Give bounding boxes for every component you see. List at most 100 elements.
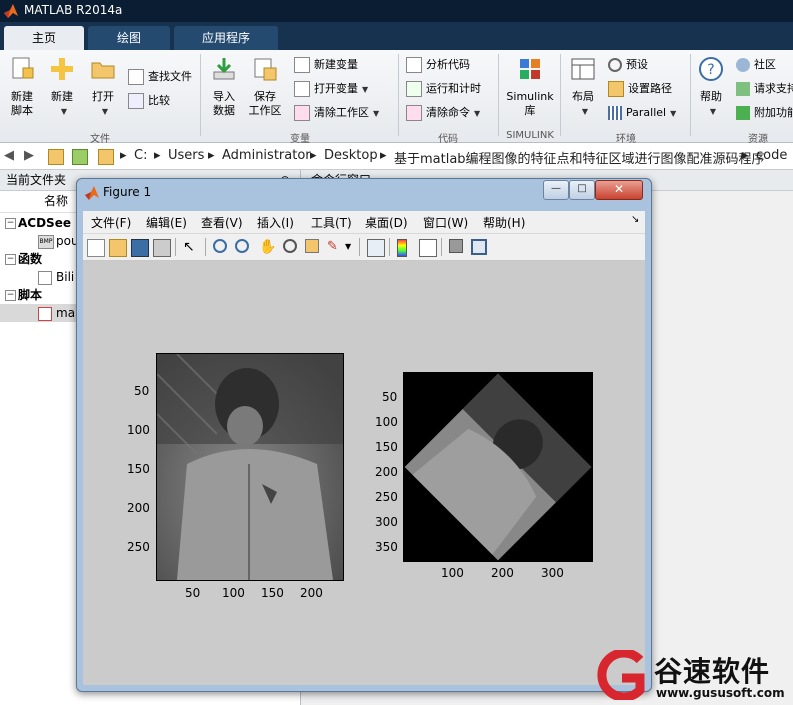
group-label: 函数 xyxy=(18,252,43,266)
menu-edit[interactable]: 编辑(E) xyxy=(146,214,187,231)
toolbar-divider xyxy=(175,238,176,256)
clear-workspace-button[interactable]: 清除工作区 ▼ xyxy=(294,104,379,122)
open-variable-button[interactable]: 打开变量 ▼ xyxy=(294,80,368,98)
parallel-button[interactable]: Parallel ▼ xyxy=(608,104,676,122)
pointer-icon[interactable]: ↖ xyxy=(183,239,199,255)
tab-apps[interactable]: 应用程序 xyxy=(174,26,278,50)
preferences-button[interactable]: 预设 xyxy=(608,56,648,74)
breadcrumb-administrator[interactable]: Administrator xyxy=(222,148,311,163)
collapse-icon[interactable]: − xyxy=(5,218,16,229)
back-arrow-icon[interactable]: ◀ xyxy=(4,148,14,163)
open-file-icon[interactable] xyxy=(109,239,127,257)
zoom-in-icon[interactable] xyxy=(213,239,227,253)
open-button[interactable]: 打开 ▼ xyxy=(86,56,120,119)
analyze-code-label: 分析代码 xyxy=(426,58,470,71)
right-ytick-label: 250 xyxy=(375,490,398,504)
breadcrumb-drive[interactable]: C: xyxy=(134,148,147,163)
zoom-out-icon[interactable] xyxy=(235,239,249,253)
brand-url: www.gususoft.com xyxy=(656,686,785,700)
left-ytick-label: 100 xyxy=(127,423,150,437)
ribbon-divider xyxy=(200,54,201,136)
ribbon: 新建 脚本 新建 ▼ 打开 ▼ 查找文件 比较 文件 导入 数据 保存 工作区 … xyxy=(0,50,793,145)
run-and-time-icon xyxy=(406,81,422,97)
maximize-button[interactable]: □ xyxy=(569,180,595,200)
collapse-icon[interactable]: − xyxy=(5,290,16,301)
simulink-group-label: SIMULINK xyxy=(506,130,554,141)
set-path-button[interactable]: 设置路径 xyxy=(608,80,672,98)
help-button[interactable]: ? 帮助 ▼ xyxy=(694,56,728,119)
add-ons-label: 附加功能 xyxy=(754,106,793,119)
matlab-logo-icon xyxy=(85,186,99,200)
analyze-code-button[interactable]: 分析代码 xyxy=(406,56,470,74)
figure-menubar: 文件(F) 编辑(E) 查看(V) 插入(I) 工具(T) 桌面(D) 窗口(W… xyxy=(83,211,645,234)
left-xtick-label: 150 xyxy=(261,586,284,600)
colorbar-icon[interactable] xyxy=(397,239,407,257)
find-files-label: 查找文件 xyxy=(148,70,192,83)
add-ons-button[interactable]: 附加功能 xyxy=(736,104,793,122)
request-support-button[interactable]: 请求支持 xyxy=(736,80,793,98)
up-folder-icon[interactable] xyxy=(48,149,64,165)
ribbon-divider xyxy=(398,54,399,136)
data-cursor-icon[interactable] xyxy=(305,239,319,253)
save-workspace-button[interactable]: 保存 工作区 xyxy=(246,56,284,118)
run-and-time-button[interactable]: 运行和计时 xyxy=(406,80,481,98)
brush-icon[interactable]: ✎ xyxy=(327,239,343,255)
menu-window[interactable]: 窗口(W) xyxy=(423,214,468,231)
menu-file[interactable]: 文件(F) xyxy=(91,214,131,231)
dock-arrow-icon[interactable]: ↘ xyxy=(631,214,639,225)
new-figure-icon[interactable] xyxy=(87,239,105,257)
breadcrumb-users[interactable]: Users xyxy=(168,148,204,163)
browse-folder-icon[interactable] xyxy=(72,149,88,165)
menu-view[interactable]: 查看(V) xyxy=(201,214,243,231)
chevron-down-icon: ▼ xyxy=(362,85,369,94)
community-button[interactable]: 社区 xyxy=(736,56,776,74)
layout-button[interactable]: 布局 ▼ xyxy=(566,56,600,119)
menu-insert[interactable]: 插入(I) xyxy=(257,214,294,231)
compare-button[interactable]: 比较 xyxy=(128,92,170,110)
tab-home[interactable]: 主页 xyxy=(4,26,84,50)
clear-commands-button[interactable]: 清除命令 ▼ xyxy=(406,104,480,122)
save-workspace-icon xyxy=(254,58,277,81)
collapse-icon[interactable]: − xyxy=(5,254,16,265)
breadcrumb-project-folder[interactable]: 基于matlab编程图像的特征点和特征区域进行图像配准源码程序 xyxy=(394,148,765,167)
import-data-label: 导入 数据 xyxy=(213,90,235,117)
community-icon xyxy=(736,58,750,72)
crumb-separator: ▸ xyxy=(208,148,215,163)
tab-plots[interactable]: 绘图 xyxy=(88,26,170,50)
rotated-photo-image xyxy=(404,373,592,561)
support-icon xyxy=(736,82,750,96)
forward-arrow-icon[interactable]: ▶ xyxy=(24,148,34,163)
figure-window[interactable]: Figure 1 — □ ✕ 文件(F) 编辑(E) 查看(V) 插入(I) 工… xyxy=(76,178,652,692)
breadcrumb-code[interactable]: code xyxy=(756,148,787,163)
new-button[interactable]: 新建 ▼ xyxy=(44,56,80,119)
rotate-3d-icon[interactable] xyxy=(283,239,297,253)
simulink-library-button[interactable]: Simulink 库 xyxy=(504,56,556,118)
figure-title: Figure 1 xyxy=(103,185,152,199)
find-files-button[interactable]: 查找文件 xyxy=(128,68,192,86)
left-image-axes[interactable] xyxy=(156,353,344,581)
legend-icon[interactable] xyxy=(419,239,437,257)
new-variable-button[interactable]: 新建变量 xyxy=(294,56,358,74)
link-plot-icon[interactable] xyxy=(367,239,385,257)
show-plot-tools-icon[interactable] xyxy=(471,239,487,255)
print-icon[interactable] xyxy=(153,239,171,257)
right-ytick-label: 300 xyxy=(375,515,398,529)
simulink-library-icon xyxy=(520,59,540,79)
hide-plot-tools-icon[interactable] xyxy=(449,239,463,253)
import-data-button[interactable]: 导入 数据 xyxy=(206,56,242,118)
breadcrumb-desktop[interactable]: Desktop xyxy=(324,148,378,163)
clear-commands-label: 清除命令 xyxy=(426,106,470,119)
minimize-button[interactable]: — xyxy=(543,180,569,200)
watermark: 谷速软件 www.gususoft.com xyxy=(592,648,792,703)
compare-icon xyxy=(128,93,144,109)
close-button[interactable]: ✕ xyxy=(595,180,643,200)
menu-help[interactable]: 帮助(H) xyxy=(483,214,525,231)
right-image-axes[interactable] xyxy=(403,372,593,562)
menu-desktop[interactable]: 桌面(D) xyxy=(365,214,408,231)
new-script-button[interactable]: 新建 脚本 xyxy=(4,56,40,118)
menu-tools[interactable]: 工具(T) xyxy=(311,214,352,231)
toolbar-divider xyxy=(441,238,442,256)
pan-hand-icon[interactable]: ✋ xyxy=(259,239,276,255)
figure-canvas[interactable]: 50 100 150 200 250 50 100 150 200 50 100… xyxy=(83,261,645,685)
save-icon[interactable] xyxy=(131,239,149,257)
